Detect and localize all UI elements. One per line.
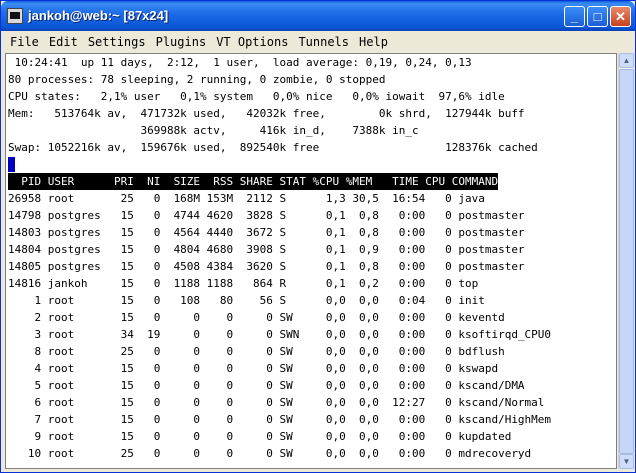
- swap-line: Swap: 1052216k av, 159676k used, 892540k…: [8, 141, 538, 154]
- menu-plugins[interactable]: Plugins: [152, 32, 211, 52]
- vertical-scrollbar[interactable]: ▲ ▼: [618, 53, 634, 469]
- table-row: 9 root 15 0 0 0 0 SW 0,0 0,0 0:00 0 kupd…: [8, 430, 512, 443]
- table-row: 6 root 15 0 0 0 0 SW 0,0 0,0 12:27 0 ksc…: [8, 396, 545, 409]
- minimize-button[interactable]: _: [564, 6, 585, 27]
- menu-settings[interactable]: Settings: [84, 32, 150, 52]
- prompt-line: [6, 156, 616, 173]
- scroll-down-arrow-icon[interactable]: ▼: [619, 454, 634, 469]
- table-row: 4 root 15 0 0 0 0 SW 0,0 0,0 0:00 0 kswa…: [8, 362, 499, 375]
- process-table-header-row: PID USER PRI NI SIZE RSS SHARE STAT %CPU…: [6, 173, 616, 190]
- table-row: 26958 root 25 0 168M 153M 2112 S 1,3 30,…: [8, 192, 485, 205]
- process-table-header: PID USER PRI NI SIZE RSS SHARE STAT %CPU…: [8, 173, 499, 190]
- close-button[interactable]: ✕: [610, 6, 631, 27]
- terminal-app-icon[interactable]: [7, 8, 23, 24]
- scrollbar-thumb[interactable]: [619, 69, 634, 454]
- table-row: 7 root 15 0 0 0 0 SW 0,0 0,0 0:00 0 ksca…: [8, 413, 552, 426]
- mem-detail-line: 369988k actv, 416k in_d, 7388k in_c: [8, 124, 419, 137]
- title-bar[interactable]: jankoh@web:~ [87x24] _ □ ✕: [1, 1, 635, 31]
- text-cursor: [8, 157, 15, 172]
- menu-tunnels[interactable]: Tunnels: [294, 32, 353, 52]
- menu-file[interactable]: File: [6, 32, 43, 52]
- menu-vt-options[interactable]: VT Options: [212, 32, 292, 52]
- terminal-window: jankoh@web:~ [87x24] _ □ ✕ File Edit Setti…: [0, 0, 636, 473]
- table-row: 3 root 34 19 0 0 0 SWN 0,0 0,0 0:00 0 ks…: [8, 328, 552, 341]
- cpu-states-line: CPU states: 2,1% user 0,1% system 0,0% n…: [8, 90, 505, 103]
- mem-line: Mem: 513764k av, 471732k used, 42032k fr…: [8, 107, 525, 120]
- terminal-output[interactable]: 10:24:41 up 11 days, 2:12, 1 user, load …: [5, 53, 617, 469]
- table-row: 14805 postgres 15 0 4508 4384 3620 S 0,1…: [8, 260, 525, 273]
- table-row: 14816 jankoh 15 0 1188 1188 864 R 0,1 0,…: [8, 277, 479, 290]
- table-row: 8 root 25 0 0 0 0 SW 0,0 0,0 0:00 0 bdfl…: [8, 345, 505, 358]
- window-title: jankoh@web:~ [87x24]: [28, 8, 169, 23]
- menu-help[interactable]: Help: [355, 32, 392, 52]
- table-row: 14798 postgres 15 0 4744 4620 3828 S 0,1…: [8, 209, 525, 222]
- maximize-button[interactable]: □: [587, 6, 608, 27]
- menu-bar: File Edit Settings Plugins VT Options Tunnels…: [4, 32, 632, 52]
- menu-edit[interactable]: Edit: [45, 32, 82, 52]
- uptime-line: 10:24:41 up 11 days, 2:12, 1 user, load …: [8, 56, 472, 69]
- table-row: 2 root 15 0 0 0 0 SW 0,0 0,0 0:00 0 keve…: [8, 311, 505, 324]
- table-row: 14804 postgres 15 0 4804 4680 3908 S 0,1…: [8, 243, 525, 256]
- table-row: 10 root 25 0 0 0 0 SW 0,0 0,0 0:00 0 mdr…: [8, 447, 532, 460]
- table-row: 14803 postgres 15 0 4564 4440 3672 S 0,1…: [8, 226, 525, 239]
- processes-line: 80 processes: 78 sleeping, 2 running, 0 …: [8, 73, 386, 86]
- scroll-up-arrow-icon[interactable]: ▲: [619, 53, 634, 68]
- table-row: 5 root 15 0 0 0 0 SW 0,0 0,0 0:00 0 ksca…: [8, 379, 525, 392]
- table-row: 1 root 15 0 108 80 56 S 0,0 0,0 0:04 0 i…: [8, 294, 485, 307]
